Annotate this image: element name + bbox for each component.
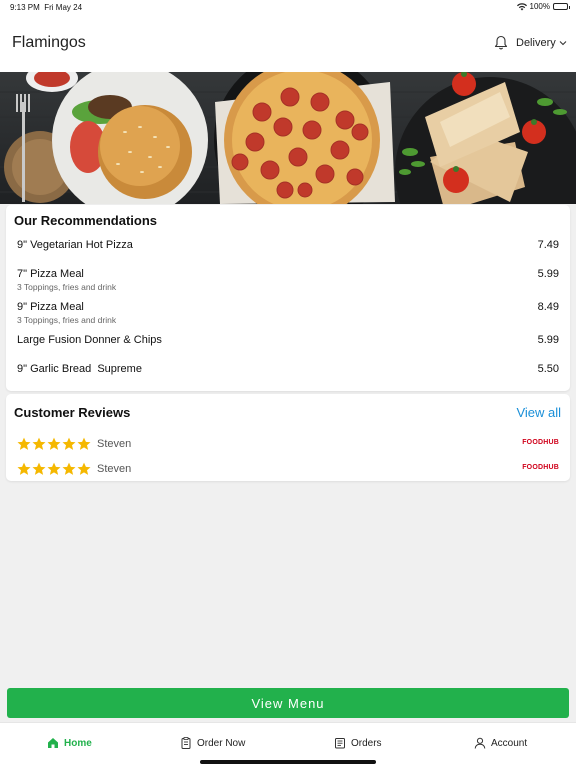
wifi-icon [516, 2, 527, 10]
status-right: 100% [516, 2, 570, 11]
review-row[interactable]: Steven FOODHUB [17, 462, 559, 478]
view-menu-button[interactable]: View Menu [7, 688, 569, 718]
menu-item-name: Large Fusion Donner & Chips [17, 334, 162, 346]
bell-icon[interactable] [494, 35, 508, 50]
star-icon [32, 462, 46, 475]
receipt-icon [335, 738, 345, 749]
menu-item[interactable]: 7" Pizza Meal 3 Toppings, fries and drin… [17, 268, 559, 292]
tab-order-now[interactable]: Order Now [180, 737, 245, 749]
menu-item-price: 5.50 [537, 363, 559, 375]
foodhub-logo: FOODHUB [522, 439, 559, 446]
battery-percent: 100% [529, 2, 550, 11]
star-icon [77, 437, 91, 450]
chevron-down-icon[interactable] [559, 40, 567, 46]
time-text: 9:13 PM [10, 3, 40, 12]
home-icon [48, 738, 58, 748]
star-icon [47, 437, 61, 450]
tab-label: Home [64, 737, 92, 749]
menu-item-price: 7.49 [537, 239, 559, 251]
star-icon [17, 462, 31, 475]
view-all-link[interactable]: View all [516, 405, 561, 420]
star-rating [17, 462, 91, 476]
foodhub-logo: FOODHUB [522, 464, 559, 471]
review-row[interactable]: Steven FOODHUB [17, 437, 559, 453]
date-text: Fri May 24 [44, 3, 83, 12]
status-bar: 9:13 PM Fri May 24 100% [0, 0, 576, 14]
hero-banner [0, 72, 576, 204]
menu-item[interactable]: 9" Pizza Meal 3 Toppings, fries and drin… [17, 301, 559, 325]
star-icon [62, 437, 76, 450]
tab-home[interactable]: Home [47, 737, 92, 749]
food-banner-image [0, 72, 576, 204]
restaurant-title: Flamingos [12, 34, 86, 51]
tab-label: Account [491, 737, 528, 749]
menu-item-price: 5.99 [537, 268, 559, 280]
menu-item[interactable]: 9" Garlic Bread Supreme 5.50 [17, 363, 559, 375]
menu-item-description: 3 Toppings, fries and drink [17, 315, 117, 325]
reviewer-name: Steven [97, 463, 132, 475]
status-time: 9:13 PM Fri May 24 [10, 3, 82, 12]
menu-item-name: 9" Vegetarian Hot Pizza [17, 239, 133, 251]
menu-item[interactable]: 9" Vegetarian Hot Pizza 7.49 [17, 239, 559, 251]
recommendations-title: Our Recommendations [14, 213, 158, 228]
delivery-selector[interactable]: Delivery [516, 37, 556, 49]
menu-item-name: 9" Garlic Bread Supreme [17, 363, 142, 375]
menu-item-name: 7" Pizza Meal [17, 268, 84, 280]
home-indicator [200, 760, 376, 764]
star-icon [47, 462, 61, 475]
app-header: Flamingos Delivery [0, 14, 576, 72]
battery-icon [553, 3, 570, 10]
star-icon [17, 437, 31, 450]
menu-item-name: 9" Pizza Meal [17, 301, 84, 313]
tab-account[interactable]: Account [474, 737, 527, 749]
recommendations-card: Our Recommendations 9" Vegetarian Hot Pi… [6, 205, 570, 391]
menu-item-price: 5.99 [537, 334, 559, 346]
clipboard-icon [181, 737, 191, 749]
tab-orders[interactable]: Orders [334, 737, 382, 749]
star-icon [62, 462, 76, 475]
tab-label: Order Now [197, 737, 246, 749]
reviewer-name: Steven [97, 438, 132, 450]
star-icon [32, 437, 46, 450]
menu-item[interactable]: Large Fusion Donner & Chips 5.99 [17, 334, 559, 346]
star-icon [77, 462, 91, 475]
person-icon [474, 737, 486, 749]
menu-item-price: 8.49 [537, 301, 559, 313]
menu-item-description: 3 Toppings, fries and drink [17, 282, 117, 292]
star-rating [17, 437, 91, 451]
customer-reviews-card: Customer Reviews View all Steven FOODHUB… [6, 394, 570, 481]
reviews-title: Customer Reviews [14, 405, 131, 420]
tab-label: Orders [351, 737, 382, 749]
